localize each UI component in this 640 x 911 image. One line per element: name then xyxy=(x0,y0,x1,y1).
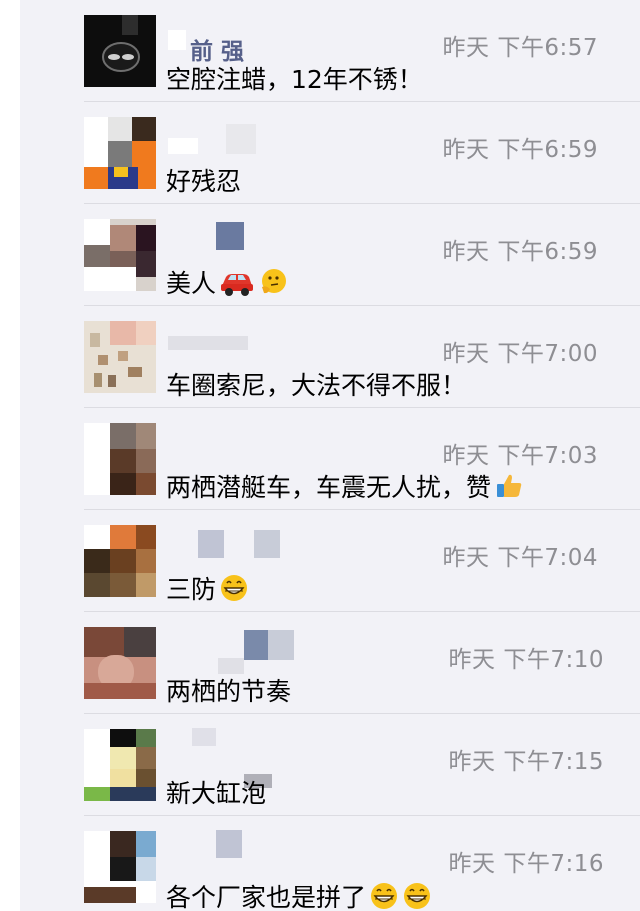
username-partial[interactable] xyxy=(168,522,280,558)
comment-item[interactable]: 昨天 下午7:00 车圈索尼，大法不得不服！ xyxy=(20,306,640,408)
username-partial[interactable] xyxy=(168,216,268,250)
avatar[interactable] xyxy=(84,525,156,597)
avatar[interactable] xyxy=(84,729,156,801)
comment-text-content: 空腔注蜡，12年不锈！ xyxy=(166,65,423,94)
comment-time: 昨天 下午7:16 xyxy=(448,851,604,877)
grinning-face-icon xyxy=(219,573,249,603)
comment-text-content: 两栖潜艇车，车震无人扰，赞 xyxy=(166,473,492,502)
avatar[interactable] xyxy=(84,219,156,291)
avatar[interactable] xyxy=(84,15,156,87)
comment-text: 三防 xyxy=(166,570,249,606)
comment-text: 好残忍 xyxy=(166,162,241,198)
thumbs-up-icon xyxy=(494,471,524,501)
username-partial[interactable]: 前 强 xyxy=(168,12,268,65)
comment-text: 各个厂家也是拼了 xyxy=(166,878,432,911)
car-icon xyxy=(219,267,255,297)
comment-text: 新大缸泡 xyxy=(166,774,266,810)
username-partial[interactable] xyxy=(168,114,268,154)
comment-time: 昨天 下午6:59 xyxy=(442,137,598,163)
comment-text: 美人 xyxy=(166,264,288,300)
comment-text: 两栖潜艇车，车震无人扰，赞 xyxy=(166,468,524,504)
thinking-face-icon xyxy=(258,267,288,297)
avatar[interactable] xyxy=(84,117,156,189)
comment-text-content: 三防 xyxy=(166,575,217,604)
comment-text-content: 美人 xyxy=(166,269,217,298)
username-partial[interactable] xyxy=(168,318,268,350)
avatar[interactable] xyxy=(84,423,156,495)
username-partial[interactable] xyxy=(168,624,294,674)
comment-text-content: 车圈索尼，大法不得不服！ xyxy=(166,371,467,400)
comment-time: 昨天 下午6:57 xyxy=(442,35,598,61)
comment-item[interactable]: 昨天 下午7:10 两栖的节奏 xyxy=(20,612,640,714)
comment-time: 昨天 下午7:10 xyxy=(448,647,604,673)
comment-item[interactable]: 昨天 下午6:59 美人 xyxy=(20,204,640,306)
avatar[interactable] xyxy=(84,831,156,903)
comment-text: 车圈索尼，大法不得不服！ xyxy=(166,366,466,402)
comment-item[interactable]: 前 强 昨天 下午6:57 空腔注蜡，12年不锈！ xyxy=(20,0,640,102)
comment-item[interactable]: 昨天 下午7:04 三防 xyxy=(20,510,640,612)
comment-time: 昨天 下午7:04 xyxy=(442,545,598,571)
comment-text-content: 好残忍 xyxy=(166,167,242,196)
username-partial[interactable] xyxy=(168,828,268,858)
comment-page: 前 强 昨天 下午6:57 空腔注蜡，12年不锈！ 昨天 下午6:59 好残忍 … xyxy=(0,0,640,911)
comment-time: 昨天 下午7:15 xyxy=(448,749,604,775)
comment-text-content: 两栖的节奏 xyxy=(166,677,292,706)
comment-item[interactable]: 昨天 下午7:16 各个厂家也是拼了 xyxy=(20,816,640,911)
comment-list[interactable]: 前 强 昨天 下午6:57 空腔注蜡，12年不锈！ 昨天 下午6:59 好残忍 … xyxy=(20,0,640,911)
comment-item[interactable]: 昨天 下午7:03 两栖潜艇车，车震无人扰，赞 xyxy=(20,408,640,510)
comment-item[interactable]: 昨天 下午7:15 新大缸泡 xyxy=(20,714,640,816)
username-partial[interactable] xyxy=(168,726,272,788)
comment-text: 空腔注蜡，12年不锈！ xyxy=(166,60,423,96)
grinning-face-icon xyxy=(402,881,432,911)
grinning-face-icon xyxy=(369,881,399,911)
comment-text: 两栖的节奏 xyxy=(166,672,291,708)
comment-time: 昨天 下午7:00 xyxy=(442,341,598,367)
comment-text-content: 新大缸泡 xyxy=(166,779,267,808)
avatar[interactable] xyxy=(84,321,156,393)
comment-item[interactable]: 昨天 下午6:59 好残忍 xyxy=(20,102,640,204)
comment-time: 昨天 下午6:59 xyxy=(442,239,598,265)
comment-time: 昨天 下午7:03 xyxy=(442,443,598,469)
comment-text-content: 各个厂家也是拼了 xyxy=(166,883,367,911)
avatar[interactable] xyxy=(84,627,156,699)
